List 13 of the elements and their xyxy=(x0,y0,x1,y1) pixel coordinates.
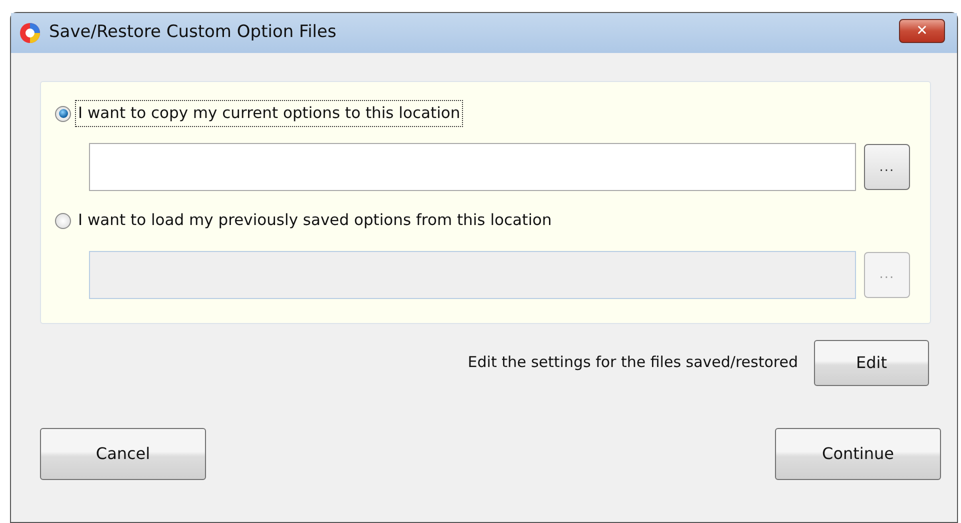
app-icon xyxy=(19,22,41,44)
edit-settings-label: Edit the settings for the files saved/restored xyxy=(468,352,798,374)
cancel-button[interactable]: Cancel xyxy=(40,428,206,480)
radio-button[interactable] xyxy=(55,212,71,229)
path-field[interactable] xyxy=(89,143,856,192)
radio-button[interactable] xyxy=(55,106,71,122)
continue-button[interactable]: Continue xyxy=(775,428,941,480)
window-title: Save/Restore Custom Option Files xyxy=(49,21,336,44)
browse-button[interactable]: ... xyxy=(864,144,910,190)
close-button[interactable]: ✕ xyxy=(899,19,945,43)
radio-label[interactable]: I want to load my previously saved options from this location xyxy=(75,207,555,234)
edit-button[interactable]: Edit xyxy=(814,340,929,386)
radio-label[interactable]: I want to copy my current options to this location xyxy=(75,100,464,128)
